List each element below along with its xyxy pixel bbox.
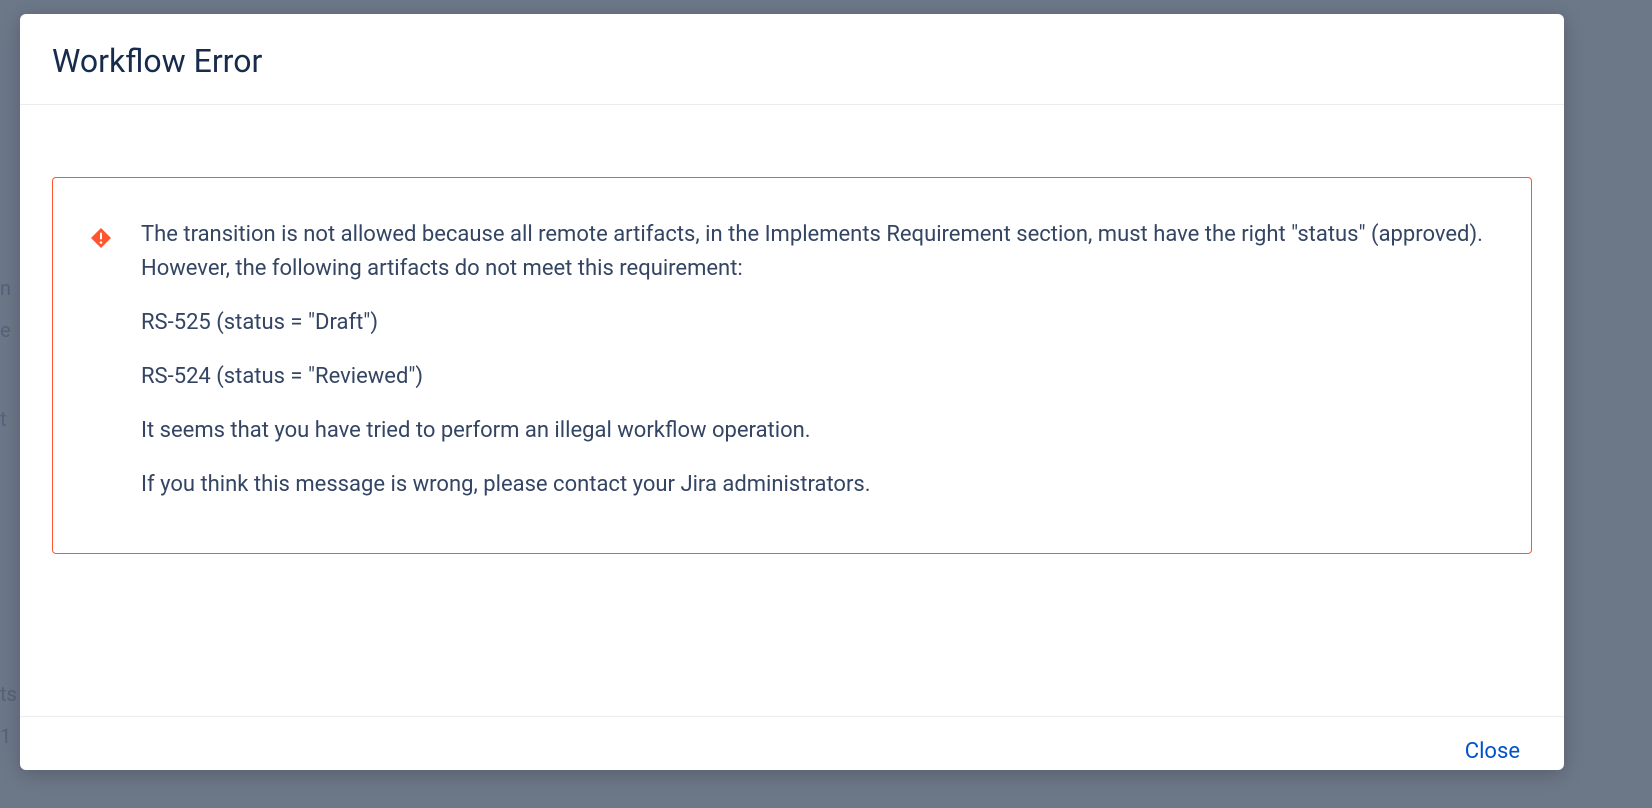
backdrop-text: 1	[0, 724, 11, 748]
error-icon	[89, 226, 113, 250]
workflow-error-dialog: Workflow Error The transition is not all…	[20, 14, 1564, 770]
dialog-body: The transition is not allowed because al…	[20, 105, 1564, 716]
error-message-box: The transition is not allowed because al…	[52, 177, 1532, 554]
error-intro-text: The transition is not allowed because al…	[141, 218, 1483, 286]
dialog-header: Workflow Error	[20, 14, 1564, 105]
dialog-footer: Close	[20, 716, 1564, 770]
artifact-item: RS-525 (status = "Draft")	[141, 306, 1483, 340]
error-contact-admin-text: If you think this message is wrong, plea…	[141, 468, 1483, 502]
backdrop-text: n	[0, 276, 11, 300]
backdrop-text: e	[0, 318, 11, 342]
dialog-title: Workflow Error	[52, 42, 1532, 80]
backdrop-text: t	[0, 407, 7, 431]
artifact-item: RS-524 (status = "Reviewed")	[141, 360, 1483, 394]
error-content: The transition is not allowed because al…	[141, 218, 1483, 503]
backdrop-text: ts	[0, 682, 17, 706]
error-illegal-op-text: It seems that you have tried to perform …	[141, 414, 1483, 448]
close-button[interactable]: Close	[1457, 735, 1528, 768]
